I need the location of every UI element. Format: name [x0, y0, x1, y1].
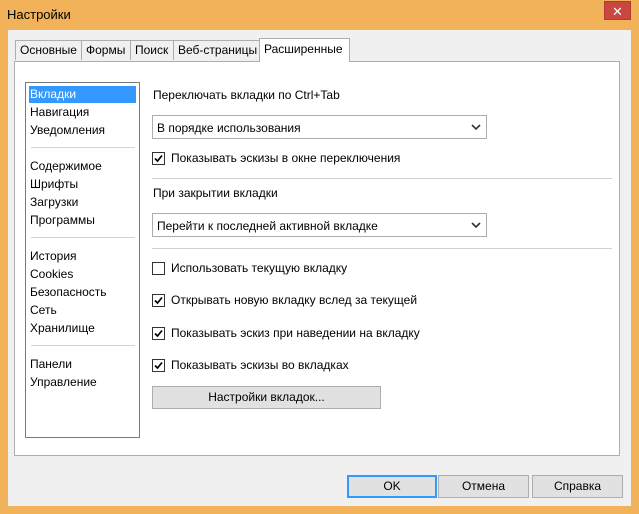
- select-value: Перейти к последней активной вкладке: [157, 219, 378, 233]
- close-button[interactable]: ✕: [604, 1, 631, 20]
- use-current-tab-label[interactable]: Использовать текущую вкладку: [171, 261, 347, 275]
- sidebar-item-panels[interactable]: Панели: [29, 356, 136, 373]
- sidebar-item-security[interactable]: Безопасность: [29, 284, 136, 301]
- sidebar-divider: [31, 237, 135, 238]
- open-after-current-checkbox[interactable]: [152, 294, 165, 307]
- sidebar-item-content[interactable]: Содержимое: [29, 158, 136, 175]
- sidebar-item-network[interactable]: Сеть: [29, 302, 136, 319]
- tab-label: Расширенные: [264, 42, 343, 56]
- checkmark-icon: [154, 361, 163, 370]
- sidebar-item-management[interactable]: Управление: [29, 374, 136, 391]
- hover-thumbnail-label[interactable]: Показывать эскиз при наведении на вкладк…: [171, 326, 420, 340]
- sidebar-item-notifications[interactable]: Уведомления: [29, 122, 136, 139]
- tab-settings-button[interactable]: Настройки вкладок...: [152, 386, 381, 409]
- tab-label: Поиск: [135, 43, 169, 57]
- sidebar-item-cookies[interactable]: Cookies: [29, 266, 136, 283]
- checkmark-icon: [154, 154, 163, 163]
- close-tab-action-select[interactable]: Перейти к последней активной вкладке: [152, 213, 487, 237]
- tab-thumbnails-label[interactable]: Показывать эскизы во вкладках: [171, 358, 349, 372]
- cancel-button[interactable]: Отмена: [438, 475, 529, 498]
- dialog-client-area: Основные Формы Поиск Веб-страницы Расшир…: [8, 30, 631, 506]
- tab-label: Веб-страницы: [178, 43, 258, 57]
- tab-basic[interactable]: Основные: [15, 40, 82, 60]
- show-thumbs-switch-label[interactable]: Показывать эскизы в окне переключения: [171, 151, 400, 165]
- sidebar-divider: [31, 345, 135, 346]
- show-thumbs-switch-checkbox[interactable]: [152, 152, 165, 165]
- sidebar-item-programs[interactable]: Программы: [29, 212, 136, 229]
- sidebar-item-history[interactable]: История: [29, 248, 136, 265]
- close-tab-label: При закрытии вкладки: [153, 186, 278, 200]
- sidebar-item-tabs[interactable]: Вкладки: [29, 86, 136, 103]
- ok-button[interactable]: OK: [347, 475, 437, 498]
- chevron-down-icon: [471, 124, 481, 131]
- close-icon: ✕: [612, 4, 623, 19]
- window-title: Настройки: [7, 7, 71, 22]
- tab-label: Основные: [20, 43, 77, 57]
- checkmark-icon: [154, 296, 163, 305]
- select-value: В порядке использования: [157, 121, 301, 135]
- sidebar-item-downloads[interactable]: Загрузки: [29, 194, 136, 211]
- open-after-current-label[interactable]: Открывать новую вкладку вслед за текущей: [171, 293, 417, 307]
- tab-forms[interactable]: Формы: [81, 40, 131, 60]
- hover-thumbnail-checkbox[interactable]: [152, 327, 165, 340]
- tab-advanced[interactable]: Расширенные: [259, 38, 350, 62]
- tab-page-advanced: Вкладки Навигация Уведомления Содержимое…: [14, 61, 620, 456]
- tab-thumbnails-checkbox[interactable]: [152, 359, 165, 372]
- sidebar-item-fonts[interactable]: Шрифты: [29, 176, 136, 193]
- tab-search[interactable]: Поиск: [130, 40, 174, 60]
- tab-label: Формы: [86, 43, 126, 57]
- checkmark-icon: [154, 329, 163, 338]
- help-button[interactable]: Справка: [532, 475, 623, 498]
- section-divider: [152, 248, 612, 249]
- settings-window: Настройки ✕ Основные Формы Поиск Веб-стр…: [0, 0, 639, 514]
- sidebar-divider: [31, 147, 135, 148]
- sidebar-item-navigation[interactable]: Навигация: [29, 104, 136, 121]
- ctrl-tab-label: Переключать вкладки по Ctrl+Tab: [153, 88, 340, 102]
- tab-web-pages[interactable]: Веб-страницы: [173, 40, 260, 60]
- category-list[interactable]: Вкладки Навигация Уведомления Содержимое…: [25, 82, 140, 438]
- use-current-tab-checkbox[interactable]: [152, 262, 165, 275]
- section-divider: [152, 178, 612, 179]
- chevron-down-icon: [471, 222, 481, 229]
- sidebar-item-storage[interactable]: Хранилище: [29, 320, 136, 337]
- ctrl-tab-order-select[interactable]: В порядке использования: [152, 115, 487, 139]
- title-bar[interactable]: Настройки ✕: [0, 0, 639, 30]
